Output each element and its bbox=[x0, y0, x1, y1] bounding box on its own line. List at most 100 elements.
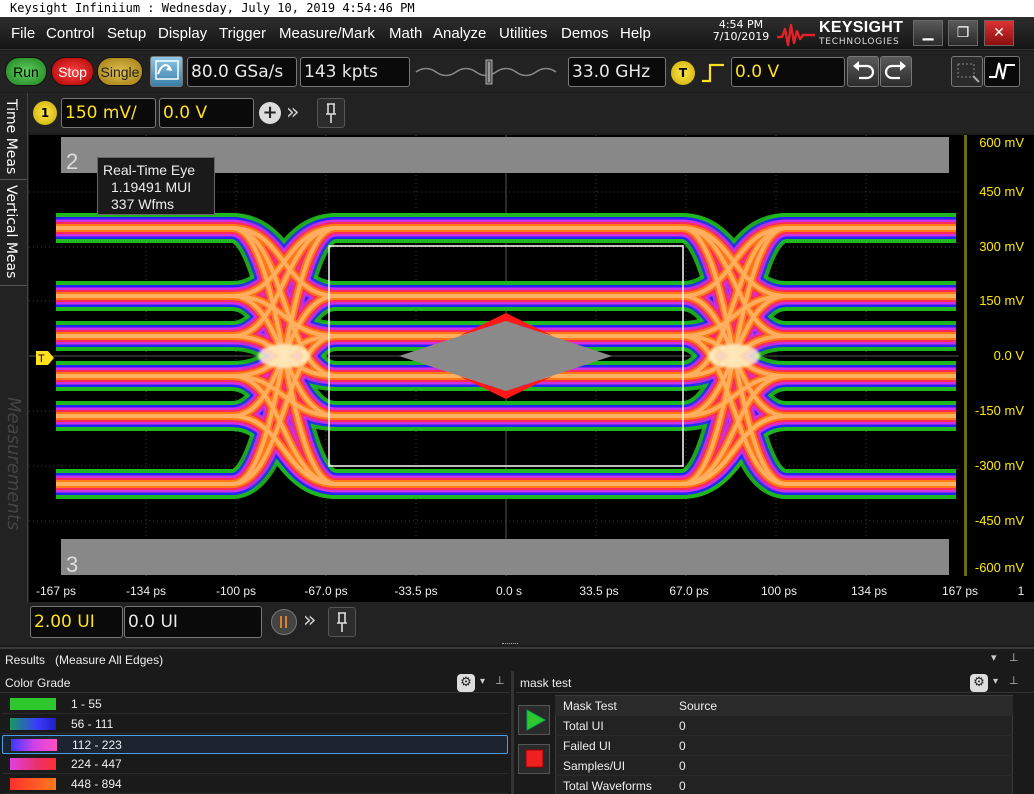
menu-measure-mark[interactable]: Measure/Mark bbox=[279, 25, 375, 42]
undo-icon bbox=[853, 61, 875, 80]
zoom-select-button[interactable] bbox=[951, 56, 983, 87]
mask-run-button[interactable] bbox=[518, 705, 550, 735]
trigger-badge[interactable]: T bbox=[671, 61, 695, 85]
menu-math[interactable]: Math bbox=[389, 25, 422, 42]
mask-table-header: Mask Test bbox=[563, 699, 617, 713]
mask-row-name: Failed UI bbox=[563, 739, 612, 753]
channel-scale-field[interactable]: 150 mV/ bbox=[61, 98, 156, 128]
menu-trigger[interactable]: Trigger bbox=[219, 25, 266, 42]
results-header: Results bbox=[5, 653, 46, 667]
x-tick-label: 0.0 s bbox=[495, 584, 523, 598]
tab-vertical-meas[interactable]: Vertical Meas bbox=[3, 185, 19, 285]
sample-rate-field[interactable]: 80.0 GSa/s bbox=[187, 57, 297, 87]
pin-icon[interactable]: ⊥ bbox=[495, 674, 505, 687]
y-tick-label: -300 mV bbox=[974, 458, 1024, 473]
expand-chevrons-icon[interactable]: » bbox=[286, 100, 299, 125]
color-grade-row-selected[interactable]: 112 - 223 bbox=[2, 735, 508, 754]
stop-button[interactable]: Stop bbox=[51, 57, 94, 86]
mask-table-row[interactable]: Total UI 0 bbox=[555, 716, 1013, 736]
pin-button[interactable] bbox=[328, 607, 356, 637]
channel-badge[interactable]: 1 bbox=[33, 101, 57, 125]
menu-demos[interactable]: Demos bbox=[561, 25, 609, 42]
mask-table-row[interactable]: Total Waveforms 0 bbox=[555, 776, 1013, 794]
color-grade-range: 56 - 111 bbox=[71, 717, 114, 731]
splitter-handle[interactable] bbox=[502, 643, 518, 645]
close-button[interactable]: ✕ bbox=[984, 20, 1014, 46]
single-button[interactable]: Single bbox=[97, 57, 143, 86]
mask-row-name: Samples/UI bbox=[563, 759, 626, 773]
y-scale-bar bbox=[964, 135, 967, 576]
minimize-button[interactable]: ▁ bbox=[913, 20, 943, 46]
expand-chevrons-icon[interactable]: » bbox=[303, 608, 316, 633]
chevron-down-icon[interactable]: ▾ bbox=[993, 676, 998, 687]
run-button[interactable]: Run bbox=[5, 57, 47, 86]
autoscale-button[interactable] bbox=[150, 56, 183, 87]
pin-icon bbox=[337, 612, 347, 632]
undo-button[interactable] bbox=[847, 56, 879, 87]
rising-edge-icon[interactable] bbox=[700, 61, 726, 85]
keysight-wave-icon bbox=[777, 23, 815, 47]
mask-row-name: Total Waveforms bbox=[563, 779, 652, 793]
autoscale-icon bbox=[154, 60, 179, 80]
menu-bar: File Control Setup Display Trigger Measu… bbox=[0, 17, 1034, 50]
horizontal-scale-field[interactable]: 2.00 UI bbox=[30, 606, 123, 638]
add-channel-icon[interactable]: + bbox=[259, 102, 281, 124]
mask-test-header: mask test ⚙ ▾ ⊥ bbox=[516, 673, 1034, 693]
mask-row-name: Total UI bbox=[563, 719, 604, 733]
menu-file[interactable]: File bbox=[11, 25, 35, 42]
bandwidth-field[interactable]: 33.0 GHz bbox=[568, 57, 666, 87]
keysight-logo: KEYSIGHT TECHNOLOGIES bbox=[776, 19, 911, 49]
mask-stop-button[interactable] bbox=[518, 744, 550, 774]
mask-table-row[interactable]: Failed UI 0 bbox=[555, 736, 1013, 756]
redo-button[interactable] bbox=[880, 56, 912, 87]
horizontal-position-slider[interactable] bbox=[414, 57, 564, 87]
brand-name: KEYSIGHT bbox=[819, 19, 904, 36]
color-swatch bbox=[10, 718, 56, 730]
color-swatch bbox=[11, 739, 57, 751]
horizontal-knob-icon[interactable] bbox=[271, 609, 297, 635]
waveform-display[interactable]: 2 3 Real-Time Eye 1.19491 MUI 337 Wfms T bbox=[29, 135, 959, 577]
mask-table-row[interactable]: Samples/UI 0 bbox=[555, 756, 1013, 776]
x-axis: -167 ps -134 ps -100 ps -67.0 ps -33.5 p… bbox=[29, 576, 1034, 602]
settings-gear-icon[interactable]: ⚙ bbox=[457, 674, 475, 692]
color-grade-row[interactable]: 224 - 447 bbox=[2, 755, 508, 774]
pulse-icon bbox=[989, 62, 1015, 80]
trigger-marker-icon[interactable]: T bbox=[34, 347, 56, 369]
mask-row-value: 0 bbox=[679, 739, 686, 753]
trigger-level-field[interactable]: 0.0 V bbox=[731, 57, 845, 87]
x-tick-label: 167 ps bbox=[941, 584, 979, 598]
pane-splitter[interactable] bbox=[511, 671, 514, 794]
color-grade-row[interactable]: 56 - 111 bbox=[2, 715, 508, 734]
maximize-button[interactable]: ❐ bbox=[948, 20, 978, 46]
channel-offset-field[interactable]: 0.0 V bbox=[159, 98, 254, 128]
memory-depth-field[interactable]: 143 kpts bbox=[300, 57, 410, 87]
color-grade-row[interactable]: 448 - 894 bbox=[2, 775, 508, 794]
y-tick-label: 0.0 V bbox=[993, 348, 1024, 363]
menu-analyze[interactable]: Analyze bbox=[433, 25, 486, 42]
menu-help[interactable]: Help bbox=[620, 25, 651, 42]
clock-date: 7/10/2019 bbox=[712, 30, 770, 43]
tab-time-meas[interactable]: Time Meas bbox=[3, 99, 19, 179]
pin-icon[interactable]: ⊥ bbox=[1009, 651, 1019, 664]
waveform-draw-button[interactable] bbox=[984, 56, 1020, 87]
acquisition-toolbar: Run Stop Single 80.0 GSa/s 143 kpts 33.0… bbox=[0, 51, 1034, 92]
chevron-down-icon[interactable]: ▾ bbox=[480, 676, 485, 687]
settings-gear-icon[interactable]: ⚙ bbox=[970, 674, 988, 692]
mask-table-header: Source bbox=[679, 699, 718, 713]
color-grade-range: 112 - 223 bbox=[72, 738, 122, 752]
menu-utilities[interactable]: Utilities bbox=[499, 25, 547, 42]
mask-row-value: 0 bbox=[679, 719, 686, 733]
menu-setup[interactable]: Setup bbox=[107, 25, 146, 42]
pin-button[interactable] bbox=[317, 98, 345, 128]
pin-icon[interactable]: ⊥ bbox=[1009, 674, 1019, 687]
mask-row-value: 0 bbox=[679, 779, 686, 793]
menu-display[interactable]: Display bbox=[158, 25, 207, 42]
color-grade-row[interactable]: 1 - 55 bbox=[2, 695, 508, 714]
chevron-down-icon[interactable]: ▾ bbox=[991, 651, 997, 664]
horizontal-position-field[interactable]: 0.0 UI bbox=[124, 606, 262, 638]
x-tick-label: 1 bbox=[1017, 584, 1025, 598]
menu-control[interactable]: Control bbox=[46, 25, 94, 42]
eye-crossing bbox=[708, 344, 760, 368]
eye-info-box: Real-Time Eye 1.19491 MUI 337 Wfms bbox=[97, 157, 215, 215]
tab-measurements[interactable]: Measurements bbox=[3, 397, 24, 567]
